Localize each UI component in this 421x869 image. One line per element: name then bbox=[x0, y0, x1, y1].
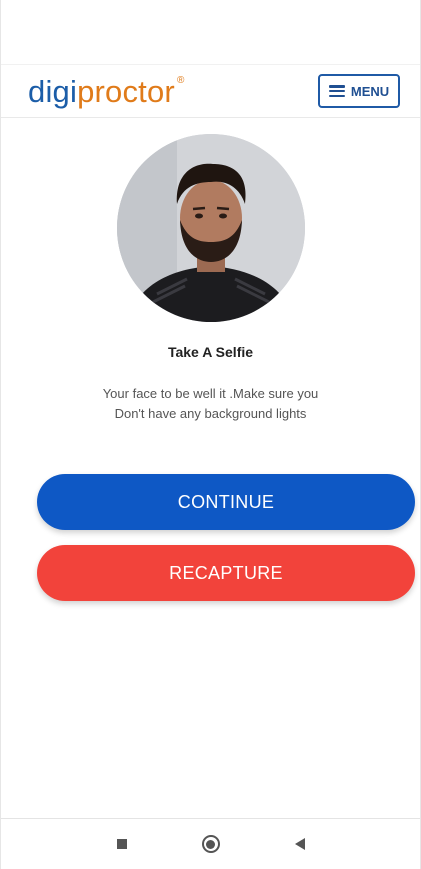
selfie-title: Take A Selfie bbox=[167, 344, 254, 360]
registered-mark: ® bbox=[176, 74, 185, 86]
app-logo[interactable]: digiproctor ® bbox=[28, 73, 185, 109]
logo-text-proctor: proctor bbox=[77, 73, 175, 109]
status-bar-area bbox=[1, 0, 420, 64]
continue-button[interactable]: CONTINUE bbox=[37, 474, 415, 530]
logo-text-digi: digi bbox=[28, 73, 78, 109]
instruction-line-1: Your face to be well it .Make sure you bbox=[102, 386, 319, 401]
selfie-preview-wrap bbox=[1, 134, 420, 322]
recapture-button[interactable]: RECAPTURE bbox=[37, 545, 415, 601]
instruction-line-2: Don't have any background lights bbox=[114, 406, 307, 421]
menu-label: MENU bbox=[350, 83, 390, 99]
system-navigation-bar bbox=[1, 818, 420, 869]
phone-screen: digiproctor ® MENU Take A Selfie Your fa… bbox=[0, 0, 421, 869]
home-circle-icon[interactable] bbox=[201, 835, 220, 853]
back-triangle-icon[interactable] bbox=[294, 838, 305, 850]
recents-square-icon[interactable] bbox=[116, 839, 127, 849]
selfie-photo-illustration bbox=[116, 134, 305, 322]
selfie-preview-image bbox=[116, 134, 305, 322]
app-header: digiproctor ® MENU bbox=[1, 64, 420, 118]
hamburger-icon bbox=[328, 85, 345, 97]
selfie-instructions: Your face to be well it .Make sure you D… bbox=[1, 384, 420, 424]
menu-button[interactable]: MENU bbox=[318, 74, 400, 108]
